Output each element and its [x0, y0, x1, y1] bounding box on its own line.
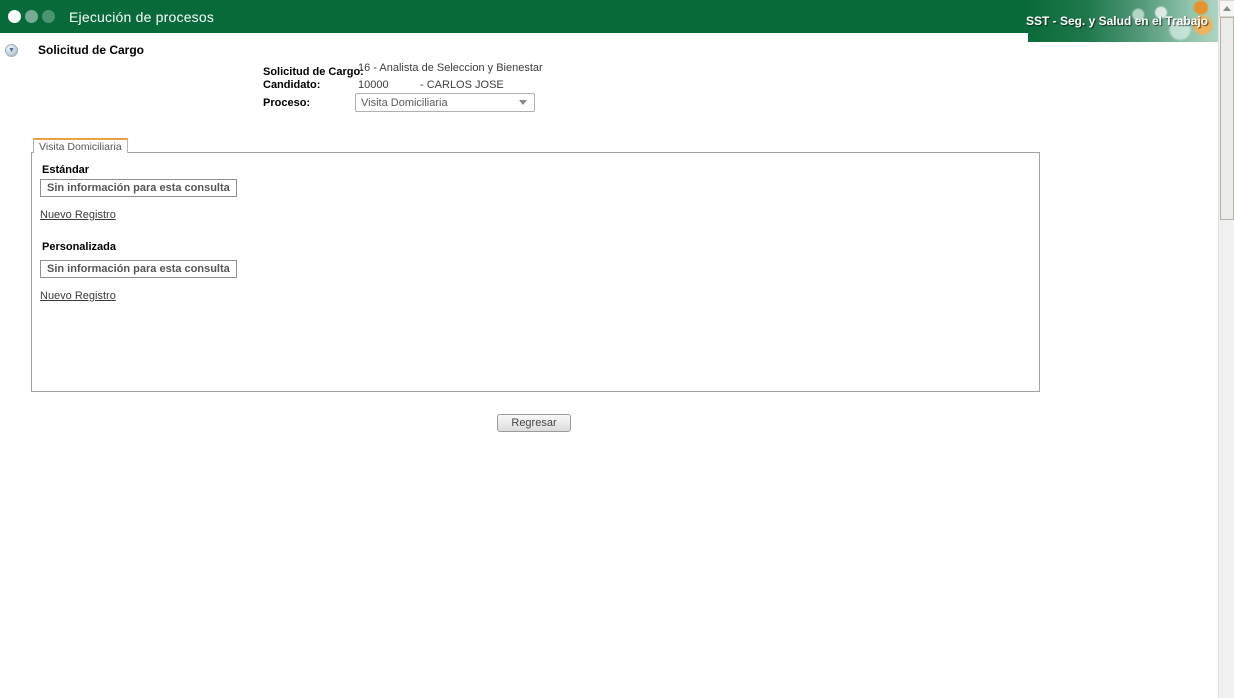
brand-text: SST - Seg. y Salud en el Trabajo — [1025, 14, 1208, 28]
collapse-arrow-icon[interactable]: ▼ — [5, 43, 18, 57]
field-value-candidato-code: 10000 — [358, 79, 389, 91]
window-dot-icon[interactable] — [42, 10, 55, 23]
empty-result-box: Sin información para esta consulta — [40, 179, 237, 197]
tab-content-panel: Estándar Sin información para esta consu… — [31, 152, 1040, 392]
nuevo-registro-link-estandar[interactable]: Nuevo Registro — [40, 209, 116, 221]
empty-result-box: Sin información para esta consulta — [40, 260, 237, 278]
scroll-up-button[interactable] — [1219, 0, 1234, 17]
field-value-solicitud: 16 - Analista de Seleccion y Bienestar — [358, 62, 543, 74]
window-controls — [8, 10, 55, 23]
page-title: Solicitud de Cargo — [38, 43, 145, 57]
triangle-up-icon — [1223, 6, 1231, 11]
regresar-button[interactable]: Regresar — [497, 414, 571, 432]
window-dot-icon[interactable] — [8, 10, 21, 23]
scrollbar-thumb[interactable] — [1220, 17, 1234, 220]
field-value-candidato-name: - CARLOS JOSE — [420, 79, 504, 91]
tab-visita-domiciliaria[interactable]: Visita Domiciliaria — [33, 138, 128, 153]
section-header: ▼ Solicitud de Cargo — [0, 43, 144, 57]
subsection-title-personalizada: Personalizada — [42, 241, 116, 253]
proceso-select[interactable]: Visita Domiciliaria — [355, 93, 535, 112]
brand-banner-image: SST - Seg. y Salud en el Trabajo — [1025, 0, 1218, 42]
subsection-title-estandar: Estándar — [42, 164, 90, 176]
field-label-solicitud: Solicitud de Cargo: — [263, 66, 364, 78]
app-title: Ejecución de procesos — [69, 8, 215, 25]
field-label-proceso: Proceso: — [263, 97, 311, 109]
proceso-selected-value: Visita Domiciliaria — [361, 96, 448, 109]
vertical-scrollbar[interactable] — [1218, 0, 1234, 698]
nuevo-registro-link-personalizada[interactable]: Nuevo Registro — [40, 290, 116, 302]
chevron-down-icon — [519, 100, 527, 105]
window-dot-icon[interactable] — [25, 10, 38, 23]
application-window: Ejecución de procesos SST - Seg. y Salud… — [0, 0, 1234, 698]
field-label-candidato: Candidato: — [263, 79, 321, 91]
